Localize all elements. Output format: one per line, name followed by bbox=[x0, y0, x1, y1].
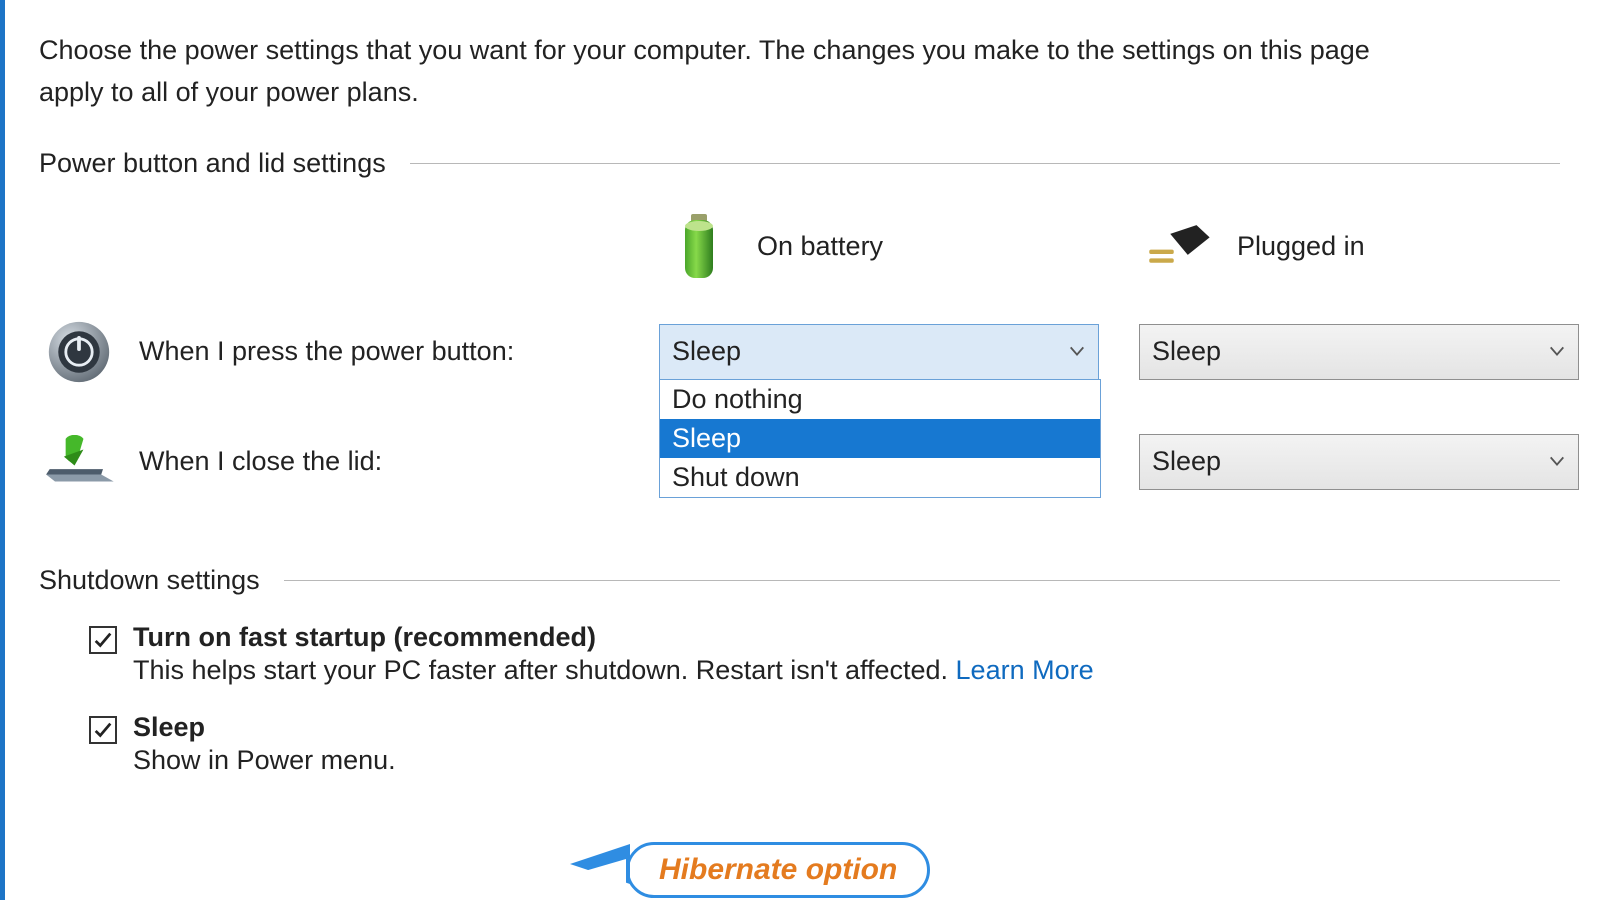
column-plugged-in-label: Plugged in bbox=[1237, 231, 1365, 262]
dropdown-option-do-nothing[interactable]: Do nothing bbox=[660, 380, 1100, 419]
section-divider bbox=[410, 163, 1560, 164]
shutdown-settings-list: Turn on fast startup (recommended) This … bbox=[89, 622, 1560, 776]
close-lid-plugged-select[interactable]: Sleep bbox=[1139, 434, 1579, 490]
column-on-battery: On battery bbox=[659, 197, 1099, 297]
annotation-text: Hibernate option bbox=[626, 842, 930, 898]
learn-more-link[interactable]: Learn More bbox=[956, 655, 1094, 685]
section-power-button-lid: Power button and lid settings bbox=[39, 148, 1560, 179]
section-title: Shutdown settings bbox=[39, 565, 260, 596]
sleep-option: Sleep Show in Power menu. bbox=[89, 712, 1560, 776]
row-close-lid: When I close the lid: bbox=[39, 407, 619, 517]
power-button-plugged-select[interactable]: Sleep bbox=[1139, 324, 1579, 380]
chevron-down-icon bbox=[1548, 446, 1566, 477]
select-value: Sleep bbox=[1152, 446, 1221, 477]
power-button-icon bbox=[39, 312, 119, 392]
section-shutdown: Shutdown settings bbox=[39, 565, 1560, 596]
column-on-battery-label: On battery bbox=[757, 231, 883, 262]
power-settings-grid: On battery Plugged in bbox=[39, 197, 1560, 517]
sleep-title: Sleep bbox=[133, 712, 396, 743]
power-button-battery-dropdown: Do nothing Sleep Shut down bbox=[659, 379, 1101, 498]
fast-startup-checkbox[interactable] bbox=[89, 626, 117, 654]
chevron-down-icon bbox=[1068, 336, 1086, 367]
select-value: Sleep bbox=[672, 336, 741, 367]
power-button-battery-select[interactable]: Sleep Do nothing Sleep Shut down bbox=[659, 324, 1099, 380]
annotation-callout: Hibernate option bbox=[570, 842, 930, 898]
row-close-lid-label: When I close the lid: bbox=[139, 443, 382, 479]
plug-icon bbox=[1139, 207, 1219, 287]
dropdown-option-sleep[interactable]: Sleep bbox=[660, 419, 1100, 458]
row-power-button-label: When I press the power button: bbox=[139, 333, 514, 369]
section-title: Power button and lid settings bbox=[39, 148, 386, 179]
power-options-pane: Choose the power settings that you want … bbox=[5, 0, 1600, 776]
fast-startup-option: Turn on fast startup (recommended) This … bbox=[89, 622, 1560, 686]
section-divider bbox=[284, 580, 1560, 581]
fast-startup-desc: This helps start your PC faster after sh… bbox=[133, 655, 1094, 686]
column-plugged-in: Plugged in bbox=[1139, 197, 1579, 297]
select-value: Sleep bbox=[1152, 336, 1221, 367]
fast-startup-title: Turn on fast startup (recommended) bbox=[133, 622, 1094, 653]
sleep-checkbox[interactable] bbox=[89, 716, 117, 744]
intro-text: Choose the power settings that you want … bbox=[39, 30, 1389, 114]
laptop-lid-icon bbox=[39, 422, 119, 502]
chevron-down-icon bbox=[1548, 336, 1566, 367]
dropdown-option-shut-down[interactable]: Shut down bbox=[660, 458, 1100, 497]
sleep-desc: Show in Power menu. bbox=[133, 745, 396, 776]
battery-icon bbox=[659, 207, 739, 287]
row-power-button: When I press the power button: bbox=[39, 297, 619, 407]
